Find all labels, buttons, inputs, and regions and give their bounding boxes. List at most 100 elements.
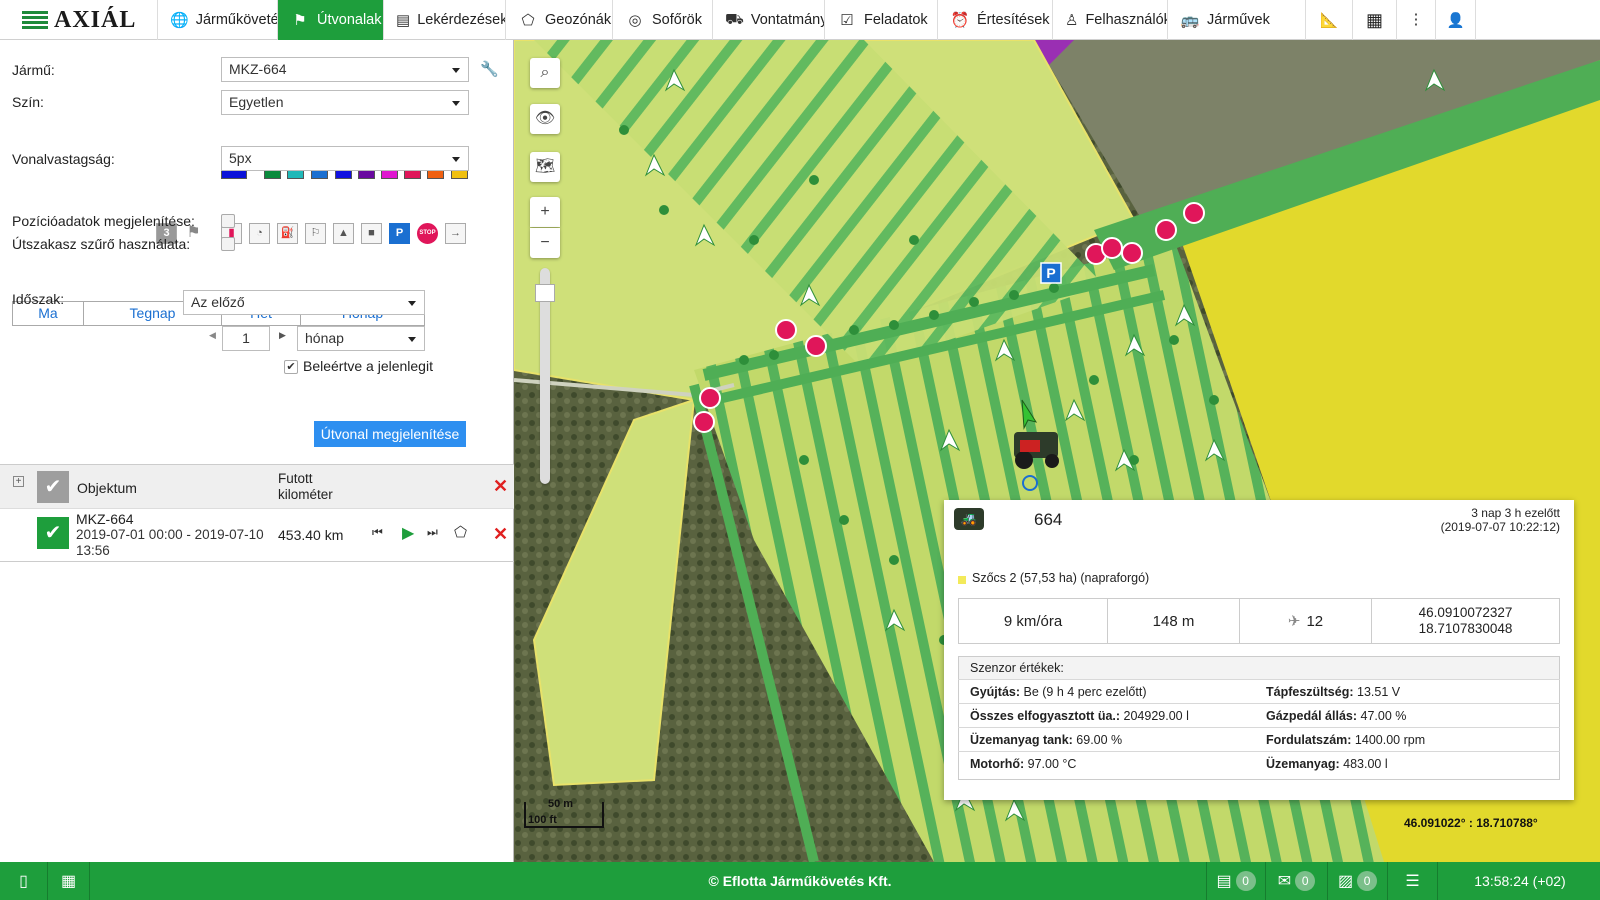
show-route-button[interactable]: Útvonal megjelenítése [314,421,466,447]
images-button[interactable]: ▨ 0 [1328,862,1388,900]
nav-tab-users[interactable]: ♙ Felhasználók [1053,0,1168,40]
messages-badge: 0 [1235,871,1256,891]
more-menu-button[interactable]: ⋮ [1397,0,1436,40]
inbox-icon: ▤ [1216,873,1232,890]
decrement-icon[interactable]: ◀ [209,330,216,341]
info-panel-button[interactable]: ☰ [1388,862,1438,900]
zoom-slider-track[interactable] [535,268,555,484]
top-navigation: AXIÁL 🌐 Járműkövetés ⚑ Útvonalak ▤ Lekérdez… [0,0,1600,40]
divider [958,751,1560,752]
vehicle-info-popup: 🚜 664 3 nap 3 h ezelőtt (2019-07-07 10:2… [944,500,1574,800]
map-icon: 🗺 [534,158,556,175]
row-checkbox[interactable]: ✔ [37,517,69,549]
sensor-engine-temp: Motorhő: 97.00 °C [970,757,1077,771]
sensor-total-fuel: Összes elfogyasztott üa.: 204929.00 l [970,709,1189,723]
search-icon: ⌕ [540,64,550,81]
period-unit-select[interactable]: hónap [297,326,425,351]
stop-icon[interactable]: STOP [417,223,438,244]
nav-tab-vehicles[interactable]: 🚌 Járművek [1168,0,1306,40]
speed-cell: 9 km/óra [958,598,1108,644]
image-icon: ▨ [1337,873,1354,890]
bus-icon: 🚌 [1180,12,1200,29]
chevron-down-icon [452,101,460,106]
select-all-checkbox[interactable]: ✔ [37,471,69,503]
line-width-label: Vonalvastagság: [12,151,115,167]
task-icon: ☑ [840,12,854,29]
apps-grid-button[interactable]: ▦ [1353,0,1397,40]
sensor-ignition: Gyújtás: Be (9 h 4 perc ezelőtt) [970,685,1147,699]
vehicle-select[interactable]: MKZ-664 [221,57,469,82]
chevron-down-icon [452,157,460,162]
map-scale: 50 m 100 ft [524,798,604,828]
measure-tool-button[interactable]: 📐 [1306,0,1353,40]
period-count-input[interactable]: 1 [222,326,270,351]
flag-icon[interactable]: ⚐ [305,223,326,244]
nav-tab-geozones[interactable]: ⬠ Geozónák [506,0,613,40]
sensor-rpm: Fordulatszám: 1400.00 rpm [1266,733,1426,747]
sent-messages-button[interactable]: ✉ 0 [1266,862,1328,900]
wrench-icon[interactable]: 🔧 [480,60,499,78]
app-logo[interactable]: AXIÁL [0,0,158,40]
segment-filter-label: Útszakasz szűrő használata: [12,236,191,252]
nav-tab-notifications[interactable]: ⏰ Értesítések [938,0,1053,40]
nav-tab-trailers[interactable]: ⛟Vontatmányok [713,0,825,40]
nav-tab-drivers[interactable]: ◎ Sofőrök [613,0,713,40]
segment-filter-checkbox[interactable] [221,237,235,251]
increment-icon[interactable]: ▶ [279,330,286,341]
account-icon: 👤 [1446,12,1465,29]
satellite-icon: ✈ [1287,613,1301,630]
nav-tab-routes[interactable]: ⚑ Útvonalak [278,0,384,40]
nav-tab-reports[interactable]: ▤ Lekérdezések [384,0,506,40]
sensor-fuel-level: Üzemanyag: 483.00 l [1266,757,1388,771]
popup-vehicle-name: 664 [1034,510,1063,529]
color-select[interactable]: Egyetlen [221,90,469,115]
altitude-cell: 148 m [1107,598,1240,644]
table-header: + ✔ Objektum Futott kilométer ✕ [0,464,514,509]
fuel-station-icon[interactable]: ⛽ [277,223,298,244]
nav-tab-tasks[interactable]: ☑ Feladatok [825,0,938,40]
messages-button[interactable]: ▤ 0 [1206,862,1266,900]
skip-back-icon[interactable]: ⏮ [372,525,383,540]
gauge-icon[interactable]: ◔ [249,223,270,244]
ruler-icon: 📐 [1319,12,1339,29]
logo-mark-icon [22,11,48,29]
sensor-throttle: Gázpedál állás: 47.00 % [1266,709,1407,723]
column-object-header: Objektum [77,480,137,496]
plus-icon: + [540,203,550,220]
include-current-label: Beleértve a jelenlegit [303,358,433,374]
account-button[interactable]: 👤 [1436,0,1476,40]
satellites-cell: ✈ 12 [1239,598,1372,644]
play-icon[interactable]: ▶ [402,523,414,543]
map-visibility-button[interactable]: 👁 [530,104,560,134]
report-icon: ▤ [396,12,411,29]
nav-tab-vehicle-tracking[interactable]: 🌐 Járműkövetés [158,0,278,40]
zoom-out-button[interactable]: − [530,228,560,258]
remove-all-icon[interactable]: ✕ [493,476,508,497]
sensor-title: Szenzor értékek: [970,661,1064,675]
zoom-in-button[interactable]: + [530,197,560,227]
table-row[interactable]: ✔ MKZ-664 2019-07-01 00:00 - 2019-07-10 … [0,509,514,562]
divider [958,703,1560,704]
parking-icon[interactable]: P [389,223,410,244]
skip-forward-icon[interactable]: ⏭ [427,525,438,540]
geozone-draw-icon[interactable]: ⬠ [454,523,467,541]
image-icon[interactable]: ▲ [333,223,354,244]
map-layers-button[interactable]: 🗺 [530,152,560,182]
sensor-fuel-tank: Üzemanyag tank: 69.00 % [970,733,1123,747]
tractor-icon: 🚜 [954,508,984,530]
expand-icon[interactable]: + [13,476,24,487]
period-select[interactable]: Az előző [183,290,425,315]
arrow-right-icon[interactable]: → [445,223,466,244]
remove-row-icon[interactable]: ✕ [493,524,508,545]
include-current-checkbox[interactable]: ✔ [284,360,298,374]
route-flag-icon: ⚑ [293,12,307,29]
images-badge: 0 [1357,871,1378,891]
map-search-button[interactable]: ⌕ [530,58,560,88]
position-data-checkbox[interactable] [221,214,235,228]
video-icon[interactable]: ■ [361,223,382,244]
alarm-icon: ⏰ [950,12,970,29]
row-date-range: 2019-07-01 00:00 - 2019-07-10 13:56 [76,527,264,558]
geozone-icon: ⬠ [521,12,535,29]
line-width-select[interactable]: 5px [221,146,469,171]
zoom-slider-handle[interactable] [535,284,555,302]
